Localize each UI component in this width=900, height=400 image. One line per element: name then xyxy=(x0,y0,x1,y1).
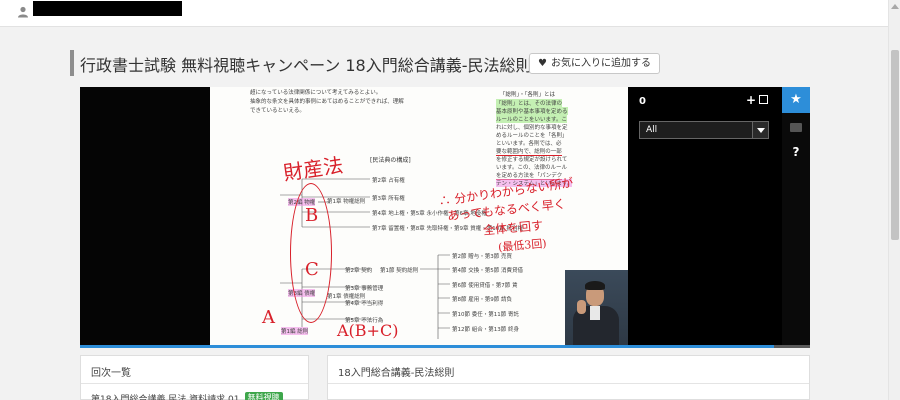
add-favorite-label: お気に入りに追加する xyxy=(550,58,651,69)
episode-title: 第18入門総合講義 民法 資料請求 01 xyxy=(91,395,240,400)
user-icon xyxy=(18,6,28,18)
comment-icon[interactable] xyxy=(790,123,802,132)
help-icon[interactable]: ? xyxy=(782,145,810,159)
tree-node: 第2章 契約 xyxy=(345,268,373,274)
title-accent-bar xyxy=(70,50,74,76)
episode-list-panel: 回次一覧 第18入門総合講義 民法 資料請求 01 無料視聴 xyxy=(80,355,309,400)
tree-node: 第6節 使用貸借・第7節 賃 xyxy=(452,283,518,289)
annotation-circle xyxy=(290,183,332,323)
tree-node: 第1章 物権総則 xyxy=(327,199,366,205)
page-title: 行政書士試験 無料視聴キャンペーン 18入門総合講義-民法総則 xyxy=(80,56,532,75)
filter-selected-value: All xyxy=(646,125,658,135)
player-tool-strip: ★ ? xyxy=(782,87,810,345)
episode-list-header: 回次一覧 xyxy=(81,356,308,384)
lecture-info-panel: 18入門総合講義-民法総則 xyxy=(327,355,810,400)
user-name-redacted[interactable] xyxy=(33,1,182,16)
list-item[interactable]: 第18入門総合講義 民法 資料請求 01 無料視聴 xyxy=(91,392,283,400)
video-player[interactable]: 超になっている法律関係について考えてみるとよい。 抽象的な条文を具体的事例にあて… xyxy=(80,87,810,348)
note-count: 0 xyxy=(639,96,646,107)
annotation-text: A xyxy=(262,307,275,328)
status-badge: 無料視聴 xyxy=(244,392,283,400)
tree-node: 第3章 事務管理 xyxy=(345,286,384,292)
scroll-up-arrow-icon[interactable] xyxy=(891,4,899,9)
plus-icon[interactable]: + xyxy=(746,93,756,107)
edit-icon[interactable] xyxy=(759,95,768,104)
tree-node: 第3章 所有権 xyxy=(372,196,405,202)
annotation-text: A(B+C) xyxy=(337,321,399,340)
chevron-down-icon[interactable] xyxy=(752,122,768,138)
tree-node: 第4章 不当利得 xyxy=(345,301,384,307)
tree-node: 第10節 委任・第11節 寄託 xyxy=(452,312,519,318)
annotation-text: C xyxy=(305,259,319,280)
star-icon[interactable]: ★ xyxy=(782,87,810,113)
playback-progress-fill xyxy=(80,345,774,348)
tree-node: 第1節 契約総則 xyxy=(380,268,419,274)
scrollbar-thumb[interactable] xyxy=(891,50,899,240)
playback-progress-bar[interactable] xyxy=(80,345,810,348)
speaker-video-inset xyxy=(565,270,628,345)
tree-node: 第1章 債権総則 xyxy=(327,294,366,300)
tree-node: 第12節 組合・第13節 終身 xyxy=(452,327,519,333)
heart-icon: ♥ xyxy=(538,58,547,69)
title-row: 行政書士試験 無料視聴キャンペーン 18入門総合講義-民法総則 ♥ お気に入りに… xyxy=(70,50,810,78)
lecture-info-header: 18入門総合講義-民法総則 xyxy=(328,356,809,384)
tree-node: 第8節 雇用・第9節 請負 xyxy=(452,297,512,303)
tree-node: 第2章 占有権 xyxy=(372,178,405,184)
top-user-bar xyxy=(0,0,888,27)
tree-node: 第4節 交換・第5節 消費貸借 xyxy=(452,268,523,274)
annotation-text: B xyxy=(305,205,319,226)
tree-node: 第1編 総則 xyxy=(281,327,309,335)
page-scrollbar[interactable] xyxy=(888,0,900,400)
add-favorite-button[interactable]: ♥ お気に入りに追加する xyxy=(529,53,660,74)
filter-select[interactable]: All xyxy=(639,121,769,139)
